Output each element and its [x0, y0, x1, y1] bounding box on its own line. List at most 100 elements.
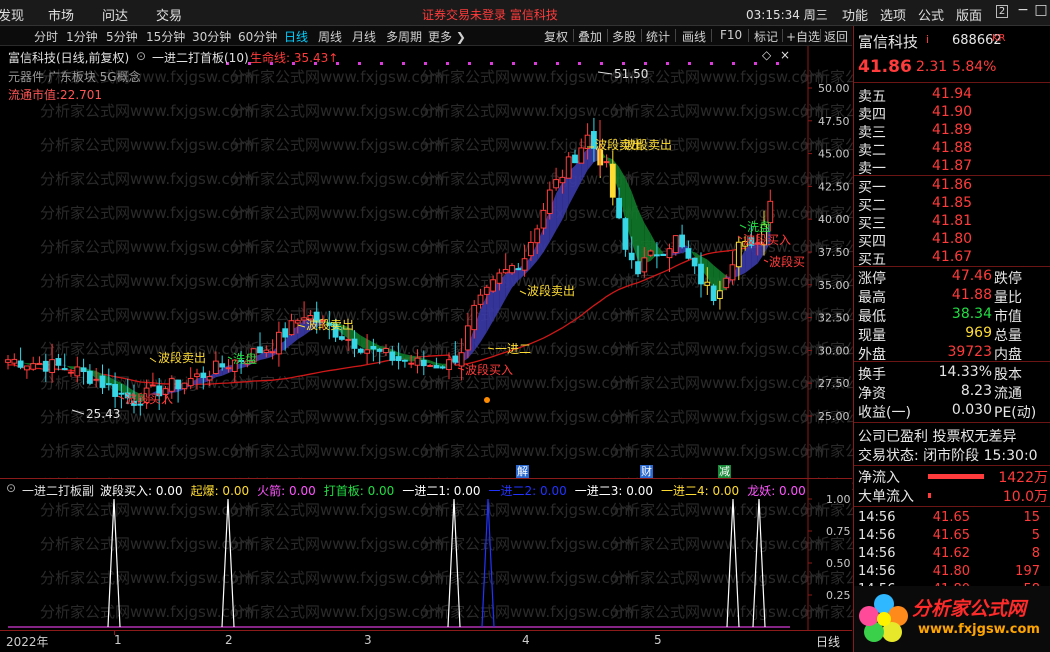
period-5min[interactable]: 5分钟	[106, 28, 138, 45]
period-more[interactable]: 更多 ❯	[428, 28, 466, 45]
axis-tick-label: 27.50	[818, 377, 850, 390]
flower-logo-icon	[859, 594, 908, 642]
axis-tick-label: 42.50	[818, 180, 850, 193]
menu-options[interactable]: 选项	[880, 5, 906, 24]
toolbar-add-watchlist[interactable]: +自选	[786, 28, 820, 45]
chart-settings-icon[interactable]: ⊙	[136, 49, 146, 63]
candle-body	[654, 254, 660, 257]
menu-market[interactable]: 市场	[48, 5, 74, 24]
candle-body	[168, 378, 175, 392]
kline-chart[interactable]: 50.00 47.50 45.00 42.50 40.00 37.50 35.00 32.50…	[0, 46, 852, 478]
candle-body	[175, 379, 181, 390]
candle-body	[603, 161, 610, 164]
window-number-button[interactable]: 2	[996, 5, 1008, 18]
candle-body	[559, 176, 566, 184]
menu-wenda[interactable]: 问达	[102, 5, 128, 24]
sub-indicator-chart[interactable]: 1.00 0.75 0.50 0.25	[0, 479, 852, 631]
period-30min[interactable]: 30分钟	[192, 28, 231, 45]
candle-body	[80, 367, 87, 373]
candle-body	[87, 370, 93, 384]
period-tick[interactable]: 分时	[34, 28, 58, 45]
bid-price: 41.85	[932, 195, 973, 211]
lifeline-dot	[776, 62, 779, 65]
menu-formula[interactable]: 公式	[918, 5, 944, 24]
stat-row: 净资 8.23 流通	[854, 383, 1050, 402]
bid-price: 41.80	[932, 231, 973, 247]
login-notice[interactable]: 证券交易未登录 富信科技	[422, 6, 558, 23]
toolbar-multi-stock[interactable]: 多股	[612, 28, 636, 45]
period-daily[interactable]: 日线	[284, 28, 308, 45]
netflow-value: 1422万	[998, 470, 1048, 486]
candle-body	[288, 320, 295, 336]
candle-body	[112, 383, 118, 397]
company-status-text: 公司已盈利 投票权无差异	[858, 429, 1017, 445]
toolbar-adjust[interactable]: 复权	[544, 28, 568, 45]
toolbar-draw[interactable]: 画线	[682, 28, 706, 45]
ribbon-segment	[638, 209, 645, 264]
menu-layout[interactable]: 版面	[956, 5, 982, 24]
period-1min[interactable]: 1分钟	[66, 28, 98, 45]
lifeline-dot	[666, 62, 669, 65]
badge-unlock[interactable]: 解	[516, 465, 529, 478]
minimize-icon[interactable]: −	[1016, 3, 1030, 17]
toolbar-stats[interactable]: 统计	[646, 28, 670, 45]
toolbar-divider	[820, 29, 821, 42]
clock: 03:15:34 周三	[746, 8, 828, 22]
candle-body	[735, 241, 742, 268]
period-multi[interactable]: 多周期	[386, 28, 422, 45]
badge-finance[interactable]: 财	[640, 465, 653, 478]
expand-icon[interactable]: ◇	[762, 48, 771, 62]
period-monthly[interactable]: 月线	[352, 28, 376, 45]
bid-level: 买一 41.86	[854, 177, 1050, 196]
candle-body	[181, 382, 188, 390]
menu-trade[interactable]: 交易	[156, 5, 182, 24]
candle-body	[194, 373, 200, 378]
netflow-row: 净流入 1422万	[854, 467, 1050, 486]
signal-spike	[221, 498, 235, 628]
candle-body	[93, 378, 100, 381]
tick-price: 41.80	[932, 564, 970, 579]
date-tick	[114, 631, 115, 635]
date-month: 5	[654, 633, 662, 647]
candle-body	[339, 336, 345, 340]
candle-body	[105, 383, 112, 386]
kline-chart-panel[interactable]: 分析家公式网www.fxjgsw.com 分析家公式网www.fxjgsw.com…	[0, 46, 1014, 494]
toolbar-f10[interactable]: F10	[720, 28, 742, 42]
period-15min[interactable]: 15分钟	[146, 28, 185, 45]
sub-settings-icon[interactable]: ⊙	[6, 481, 16, 495]
toolbar-overlay[interactable]: 叠加	[578, 28, 602, 45]
date-mode[interactable]: 日线	[816, 633, 840, 650]
toolbar-back[interactable]: 返回	[824, 28, 848, 45]
bid-level: 买四 41.80	[854, 231, 1050, 250]
candle-body	[452, 355, 459, 363]
period-weekly[interactable]: 周线	[318, 28, 342, 45]
bid-level: 买三 41.81	[854, 213, 1050, 232]
menu-function[interactable]: 功能	[842, 5, 868, 24]
candle-body	[439, 366, 446, 369]
candle-body	[666, 248, 673, 259]
wash-label: 洗盘	[747, 219, 771, 234]
badge-reduce[interactable]: 减	[718, 465, 731, 478]
close-icon[interactable]: ×	[780, 48, 790, 62]
bigflow-value: 10.0万	[1002, 489, 1048, 505]
maximize-icon[interactable]: □	[1034, 3, 1048, 17]
lifeline-dot	[754, 62, 757, 65]
tick-time: 14:56	[858, 564, 896, 579]
sub-indicator-name[interactable]: 一进二打板副	[22, 482, 94, 499]
period-toolbar: 分时 1分钟 5分钟 15分钟 30分钟 60分钟 日线 周线 月线 多周期 更…	[0, 26, 852, 46]
sub-indicator-panel[interactable]: 分析家公式网www.fxjgsw.com 分析家公式网www.fxjgsw.com…	[0, 465, 1014, 631]
tick-time: 14:56	[858, 546, 896, 561]
menu-discover[interactable]: 发现	[0, 5, 24, 24]
period-60min[interactable]: 60分钟	[238, 28, 277, 45]
top-menu-bar: 发现 市场 问达 交易 证券交易未登录 富信科技 03:15:34 周三 功能 …	[0, 0, 1050, 26]
candle-body	[213, 360, 219, 374]
ask-label: 卖四	[858, 107, 886, 123]
axis-tick-label: 40.00	[818, 213, 850, 226]
sub-indicator-value: 龙妖: 0.00	[747, 484, 806, 498]
indicator-name[interactable]: 一进二打首板(10)	[152, 49, 249, 66]
toolbar-divider	[641, 29, 642, 42]
candle-body	[622, 218, 629, 250]
high-marker	[597, 71, 613, 75]
toolbar-mark[interactable]: 标记	[754, 28, 778, 45]
ribbon-segment	[360, 335, 368, 351]
